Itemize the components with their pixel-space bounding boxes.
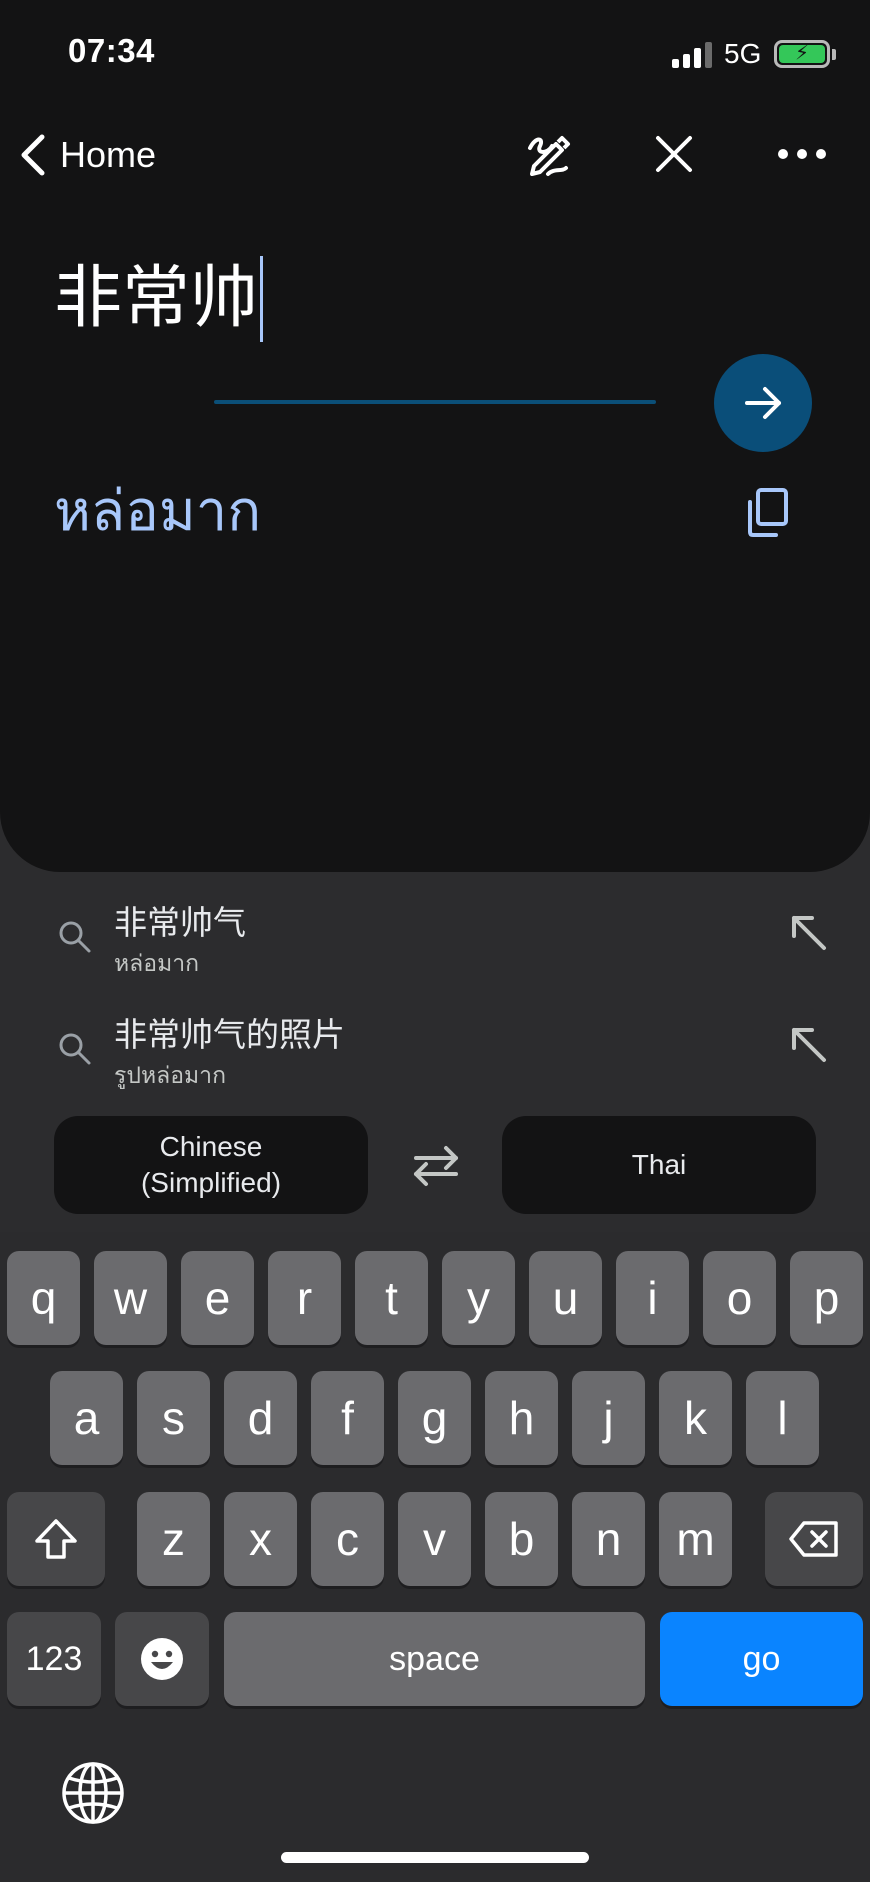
source-input[interactable]: 非常帅	[54, 256, 264, 342]
translate-submit-button[interactable]	[714, 354, 812, 452]
back-label: Home	[60, 134, 157, 175]
key-r[interactable]: r	[268, 1251, 341, 1345]
suggestion-item[interactable]: 非常帅气 หล่อมาก	[0, 886, 870, 990]
key-z[interactable]: z	[137, 1492, 210, 1586]
key-s[interactable]: s	[137, 1371, 210, 1465]
backspace-icon	[789, 1521, 838, 1557]
go-key[interactable]: go	[660, 1612, 863, 1706]
battery-charging-icon: ⚡	[774, 40, 830, 68]
backspace-key[interactable]	[765, 1492, 863, 1586]
key-t[interactable]: t	[355, 1251, 428, 1345]
key-o[interactable]: o	[703, 1251, 776, 1345]
key-p[interactable]: p	[790, 1251, 863, 1345]
translate-app: 07:34 5G ⚡ Home 非常帅 หล่อมาก 非常帅气 หล่อมาก…	[0, 0, 870, 1882]
key-c[interactable]: c	[311, 1492, 384, 1586]
source-language-line2: (Simplified)	[140, 1167, 282, 1198]
numbers-key[interactable]: 123	[7, 1612, 101, 1706]
keyboard: q w e r t y u i o p a s d f g h j k l z …	[0, 1232, 870, 1882]
signal-icon	[672, 40, 714, 68]
target-language-button[interactable]: Thai	[502, 1116, 816, 1214]
emoji-icon	[141, 1638, 183, 1680]
shift-key[interactable]	[7, 1492, 105, 1586]
key-b[interactable]: b	[485, 1492, 558, 1586]
suggestion-item[interactable]: 非常帅气的照片 รูปหล่อมาก	[0, 998, 870, 1102]
key-x[interactable]: x	[224, 1492, 297, 1586]
source-language-button[interactable]: Chinese (Simplified)	[54, 1116, 368, 1214]
handwriting-button[interactable]	[518, 124, 578, 184]
home-indicator	[281, 1852, 589, 1863]
key-q[interactable]: q	[7, 1251, 80, 1345]
suggestion-translation: รูปหล่อมาก	[114, 1063, 227, 1089]
source-language-line1: Chinese	[159, 1130, 263, 1162]
suggestion-text: 非常帅气	[114, 903, 246, 942]
handwriting-pen-icon	[528, 136, 570, 176]
arrow-right-icon	[745, 387, 781, 419]
globe-icon[interactable]	[60, 1760, 126, 1826]
key-h[interactable]: h	[485, 1371, 558, 1465]
chevron-left-icon	[21, 134, 45, 176]
copy-icon	[748, 488, 788, 537]
arrow-up-left-icon[interactable]	[786, 1022, 832, 1068]
input-underline	[214, 400, 656, 404]
space-key[interactable]: space	[224, 1612, 645, 1706]
close-icon	[656, 136, 692, 172]
shift-icon	[35, 1519, 77, 1559]
emoji-key[interactable]	[115, 1612, 209, 1706]
translation-card: 07:34 5G ⚡ Home 非常帅 หล่อมาก	[0, 0, 870, 872]
key-y[interactable]: y	[442, 1251, 515, 1345]
source-text: 非常帅	[54, 259, 259, 339]
status-time: 07:34	[68, 32, 155, 69]
key-f[interactable]: f	[311, 1371, 384, 1465]
arrow-up-left-icon[interactable]	[786, 910, 832, 956]
battery-tip	[832, 49, 836, 60]
key-w[interactable]: w	[94, 1251, 167, 1345]
copy-button[interactable]	[740, 484, 796, 540]
more-options-button[interactable]	[770, 124, 834, 184]
target-language-label: Thai	[631, 1148, 687, 1180]
key-j[interactable]: j	[572, 1371, 645, 1465]
key-k[interactable]: k	[659, 1371, 732, 1465]
suggestion-translation: หล่อมาก	[114, 951, 200, 977]
key-n[interactable]: n	[572, 1492, 645, 1586]
key-l[interactable]: l	[746, 1371, 819, 1465]
key-u[interactable]: u	[529, 1251, 602, 1345]
network-label: 5G	[724, 38, 762, 69]
key-e[interactable]: e	[181, 1251, 254, 1345]
key-i[interactable]: i	[616, 1251, 689, 1345]
key-g[interactable]: g	[398, 1371, 471, 1465]
translation-result: หล่อมาก	[54, 479, 262, 544]
key-d[interactable]: d	[224, 1371, 297, 1465]
search-icon	[59, 1033, 91, 1065]
clear-button[interactable]	[644, 124, 704, 184]
back-button[interactable]: Home	[18, 128, 156, 182]
key-m[interactable]: m	[659, 1492, 732, 1586]
text-cursor	[260, 256, 264, 342]
suggestion-text: 非常帅气的照片	[114, 1015, 345, 1054]
more-horizontal-icon	[778, 149, 826, 159]
swap-languages-icon[interactable]	[408, 1144, 464, 1188]
key-a[interactable]: a	[50, 1371, 123, 1465]
search-icon	[59, 921, 91, 953]
key-v[interactable]: v	[398, 1492, 471, 1586]
